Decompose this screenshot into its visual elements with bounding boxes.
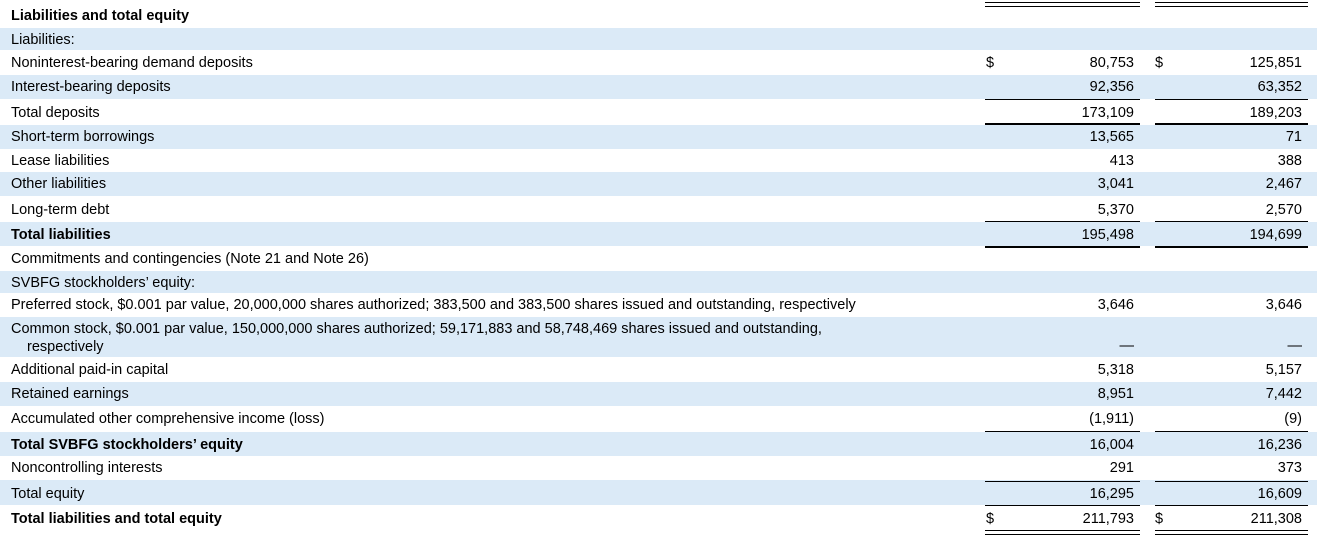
subtotal-rule [985, 481, 1140, 482]
value-cell: 388 [1277, 153, 1302, 169]
value-cell: 8,951 [1097, 386, 1134, 402]
subtotal-rule [1155, 99, 1308, 100]
subtotal-rule [985, 221, 1140, 222]
value-cell: 3,646 [1265, 297, 1302, 313]
row-label: Commitments and contingencies (Note 21 a… [11, 251, 369, 267]
table-row: Noninterest-bearing demand deposits $ 80… [0, 51, 1317, 75]
top-double-rule [1155, 2, 1308, 7]
table-row: Total equity 16,295 16,609 [0, 480, 1317, 505]
table-row: Retained earnings 8,951 7,442 [0, 382, 1317, 406]
table-row: Preferred stock, $0.001 par value, 20,00… [0, 293, 1317, 317]
total-rule [1155, 123, 1308, 125]
value-cell: 80,753 [1089, 55, 1134, 71]
table-row: SVBFG stockholders’ equity: [0, 271, 1317, 293]
row-label: Accumulated other comprehensive income (… [11, 411, 325, 427]
row-label: Short-term borrowings [11, 129, 155, 145]
table-row: Noncontrolling interests 291 373 [0, 456, 1317, 480]
row-label: Retained earnings [11, 386, 129, 402]
value-cell: 291 [1109, 460, 1134, 476]
value-cell: 13,565 [1089, 129, 1134, 145]
table-row: Additional paid-in capital 5,318 5,157 [0, 357, 1317, 382]
total-rule [985, 123, 1140, 125]
table-row: Total SVBFG stockholders’ equity 16,004 … [0, 432, 1317, 456]
table-row: Commitments and contingencies (Note 21 a… [0, 247, 1317, 271]
row-label: SVBFG stockholders’ equity: [11, 275, 196, 291]
value-cell: 16,004 [1089, 437, 1134, 453]
top-double-rule [985, 2, 1140, 7]
value-cell: 71 [1285, 129, 1302, 145]
row-label: Total liabilities [11, 227, 111, 243]
subtotal-rule [985, 431, 1140, 432]
table-row: Interest-bearing deposits 92,356 63,352 [0, 75, 1317, 99]
value-cell: — [1287, 338, 1303, 354]
value-cell: 211,793 [1082, 511, 1134, 527]
value-cell: 5,157 [1265, 362, 1302, 378]
table-row: Short-term borrowings 13,565 71 [0, 125, 1317, 149]
subtotal-rule [985, 505, 1140, 506]
value-cell: — [1119, 338, 1135, 354]
value-cell: 3,041 [1097, 176, 1134, 192]
bottom-double-rule [985, 530, 1140, 535]
row-label: Noncontrolling interests [11, 460, 163, 476]
row-label: Total liabilities and total equity [11, 511, 222, 527]
subtotal-rule [985, 99, 1140, 100]
row-label: Total equity [11, 486, 85, 502]
table-row: Total liabilities 195,498 194,699 [0, 222, 1317, 246]
value-cell: 7,442 [1265, 386, 1302, 402]
row-label: Long-term debt [11, 202, 110, 218]
value-cell: (1,911) [1089, 411, 1134, 427]
subtotal-rule [1155, 505, 1308, 506]
row-label: Other liabilities [11, 176, 107, 192]
value-cell: 16,295 [1089, 486, 1134, 502]
bottom-double-rule [1155, 530, 1308, 535]
row-label: Total deposits [11, 105, 100, 121]
row-label: Liabilities: [11, 32, 75, 48]
subtotal-rule [1155, 481, 1308, 482]
total-rule [985, 246, 1140, 248]
value-cell: 173,109 [1081, 105, 1134, 121]
value-cell: 2,467 [1265, 176, 1302, 192]
total-rule [1155, 246, 1308, 248]
row-label: Preferred stock, $0.001 par value, 20,00… [11, 297, 856, 313]
value-cell: 3,646 [1097, 297, 1134, 313]
value-cell: 125,851 [1249, 55, 1302, 71]
value-cell: 195,498 [1081, 227, 1134, 243]
value-cell: 5,370 [1097, 202, 1134, 218]
table-row: Liabilities: [0, 28, 1317, 50]
value-cell: 373 [1277, 460, 1302, 476]
value-cell: 16,609 [1257, 486, 1302, 502]
row-label: Total SVBFG stockholders’ equity [11, 437, 243, 453]
table-row: Lease liabilities 413 388 [0, 149, 1317, 172]
row-label: Interest-bearing deposits [11, 79, 171, 95]
row-label-continuation: respectively [27, 339, 104, 355]
table-row: Other liabilities 3,041 2,467 [0, 172, 1317, 196]
row-label: Lease liabilities [11, 153, 110, 169]
table-row: Total deposits 173,109 189,203 [0, 100, 1317, 124]
table-row: Long-term debt 5,370 2,570 [0, 196, 1317, 221]
value-cell: 194,699 [1249, 227, 1302, 243]
subtotal-rule [1155, 431, 1308, 432]
value-cell: 211,308 [1250, 511, 1302, 527]
value-cell: (9) [1284, 411, 1302, 427]
row-label: Common stock, $0.001 par value, 150,000,… [11, 320, 951, 356]
value-cell: 5,318 [1097, 362, 1134, 378]
value-cell: 2,570 [1265, 202, 1302, 218]
table-row: Common stock, $0.001 par value, 150,000,… [0, 317, 1317, 357]
value-cell: 189,203 [1249, 105, 1302, 121]
section-heading: Liabilities and total equity [11, 8, 190, 24]
row-label-line: Common stock, $0.001 par value, 150,000,… [11, 321, 822, 337]
value-cell: 63,352 [1257, 79, 1302, 95]
row-label: Additional paid-in capital [11, 362, 169, 378]
value-cell: 92,356 [1089, 79, 1134, 95]
table-row: Accumulated other comprehensive income (… [0, 406, 1317, 431]
value-cell: 16,236 [1257, 437, 1302, 453]
table-row: Total liabilities and total equity $ 211… [0, 506, 1317, 531]
row-label: Noninterest-bearing demand deposits [11, 55, 253, 71]
table-row: Liabilities and total equity [0, 4, 1317, 26]
subtotal-rule [1155, 221, 1308, 222]
value-cell: 413 [1109, 153, 1134, 169]
